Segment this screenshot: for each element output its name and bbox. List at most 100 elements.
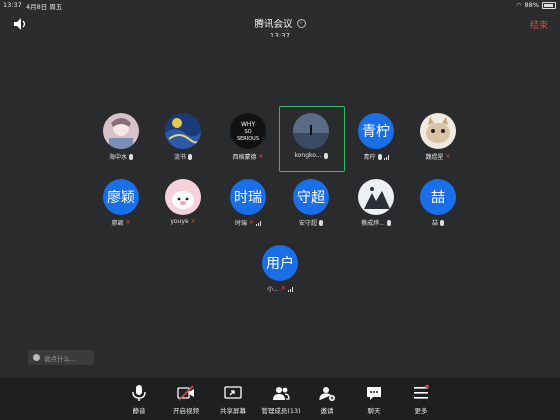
chat-icon [367, 387, 381, 400]
avatar: 时瑞 [230, 179, 266, 215]
mute-button[interactable]: 静音 [117, 384, 161, 418]
mic-muted-icon: ✕ [190, 218, 196, 225]
mic-muted-icon: ✕ [248, 219, 255, 226]
meeting-toolbar: 静音 开启视频 共享屏幕 管理成员(13) 邀请 聊天 更多 [0, 378, 560, 420]
chat-placeholder: 说点什么... [44, 354, 77, 363]
microphone-icon [132, 385, 146, 401]
participant-name: 蔡成烨... [361, 220, 385, 227]
participant-tile[interactable]: youye ✕ [152, 175, 214, 235]
avatar [165, 179, 201, 215]
participant-name-row: kongko... [280, 152, 342, 159]
status-right: ◠ 88% [516, 1, 556, 9]
meeting-header: 腾讯会议 i 13:37 结束 [0, 11, 560, 40]
participant-name: 廖颖 [111, 220, 124, 227]
emoji-icon[interactable] [33, 354, 40, 361]
participant-name: 海中水 [108, 154, 127, 161]
mic-muted-icon: ✕ [445, 153, 451, 160]
participant-name: 安守超 [298, 220, 317, 227]
invite-icon [319, 387, 335, 401]
svg-text:WHY: WHY [241, 121, 255, 128]
avatar [420, 113, 456, 149]
share-screen-icon [224, 386, 242, 399]
participant-tile[interactable]: 蔡成烨... [345, 175, 407, 235]
mic-muted-icon: ✕ [258, 153, 264, 160]
battery-icon [542, 1, 556, 9]
participant-name-row: 时瑞 ✕ [217, 218, 279, 227]
participant-name-row: 海中水 [90, 152, 152, 161]
start-video-label: 开启视频 [173, 407, 199, 415]
participant-name: 西格蒙德 [232, 154, 257, 161]
manage-members-button[interactable]: 管理成员(13) [258, 384, 304, 418]
share-screen-button[interactable]: 共享屏幕 [211, 384, 255, 418]
status-time: 13:37 [3, 1, 22, 9]
chat-button[interactable]: 聊天 [352, 384, 396, 418]
avatar: WHY SO SERIOUS [230, 113, 266, 149]
title-block: 腾讯会议 i 13:37 [0, 12, 560, 40]
avatar: 喆 [420, 179, 456, 215]
avatar [103, 113, 139, 149]
participant-name-row: 安守超 [280, 218, 342, 227]
mic-on-icon [386, 219, 391, 226]
participant-tile[interactable]: 魏煜星 ✕ [407, 109, 469, 169]
participant-tile[interactable]: 喆 喆 [407, 175, 469, 235]
mic-on-icon [377, 153, 382, 160]
participant-name: 时瑞 [234, 220, 247, 227]
camera-off-icon [177, 385, 194, 401]
invite-label: 邀请 [320, 407, 334, 415]
participant-tile[interactable]: WHY SO SERIOUS 西格蒙德 ✕ [217, 109, 279, 169]
wifi-icon: ◠ [516, 1, 522, 9]
participant-name: 魏煜星 [425, 154, 444, 161]
avatar [293, 113, 329, 149]
more-button[interactable]: 更多 [399, 384, 443, 418]
more-icon [414, 384, 429, 399]
participant-name-row: 廖颖 ✕ [90, 218, 152, 227]
avatar: 青柠 [358, 113, 394, 149]
participant-tile[interactable]: 青柠 青柠 [345, 109, 407, 169]
participant-tile[interactable]: 流书 [152, 109, 214, 169]
participant-tile[interactable]: 海中水 [90, 109, 152, 169]
mic-muted-icon: ✕ [125, 219, 131, 226]
participant-tile[interactable]: 廖颖 廖颖 ✕ [90, 175, 152, 235]
mic-muted-icon: ✕ [280, 285, 286, 292]
mic-on-icon [188, 153, 192, 160]
mic-on-icon [323, 152, 328, 159]
svg-text:SO: SO [244, 129, 251, 135]
mute-label: 静音 [132, 407, 146, 415]
participant-name: 流书 [173, 154, 186, 161]
mic-on-icon [129, 153, 133, 160]
start-video-button[interactable]: 开启视频 [164, 384, 208, 418]
participant-name-row: 青柠 [345, 152, 407, 161]
avatar: 用户 [262, 245, 298, 281]
end-meeting-button[interactable]: 结束 [530, 18, 548, 31]
participant-tile[interactable]: 用户 小... ✕ [249, 241, 311, 301]
participant-name-row: 蔡成烨... [345, 218, 407, 227]
battery-percent: 88% [524, 1, 539, 9]
members-icon [273, 387, 290, 400]
avatar [358, 179, 394, 215]
mic-on-icon [440, 219, 444, 226]
avatar: 廖颖 [103, 179, 139, 215]
participant-name: youye [170, 218, 189, 225]
participant-tile[interactable]: 时瑞 时瑞 ✕ [217, 175, 279, 235]
more-label: 更多 [414, 407, 428, 415]
chat-label: 聊天 [367, 407, 381, 415]
info-icon[interactable]: i [296, 18, 306, 28]
participant-name-row: 小... ✕ [249, 284, 311, 293]
participant-tile[interactable]: kongko... [280, 109, 342, 169]
mic-on-icon [319, 219, 323, 226]
invite-button[interactable]: 邀请 [305, 384, 349, 418]
participant-name-row: 魏煜星 ✕ [407, 152, 469, 161]
participant-name: 青柠 [363, 154, 376, 161]
avatar [165, 113, 201, 149]
share-screen-label: 共享屏幕 [220, 407, 246, 415]
participant-tile[interactable]: 守超 安守超 [280, 175, 342, 235]
participant-name-row: 西格蒙德 ✕ [217, 152, 279, 161]
status-bar: 13:37 4月8日 周五 ◠ 88% [0, 0, 560, 11]
participant-name: kongko... [294, 152, 322, 159]
participant-name-row: 喆 [407, 218, 469, 227]
participant-name: 喆 [431, 220, 438, 227]
meeting-title[interactable]: 腾讯会议 i [254, 16, 306, 30]
chat-input[interactable]: 说点什么... [28, 350, 94, 365]
status-date: 4月8日 周五 [26, 3, 63, 11]
manage-members-label: 管理成员(13) [261, 407, 301, 415]
